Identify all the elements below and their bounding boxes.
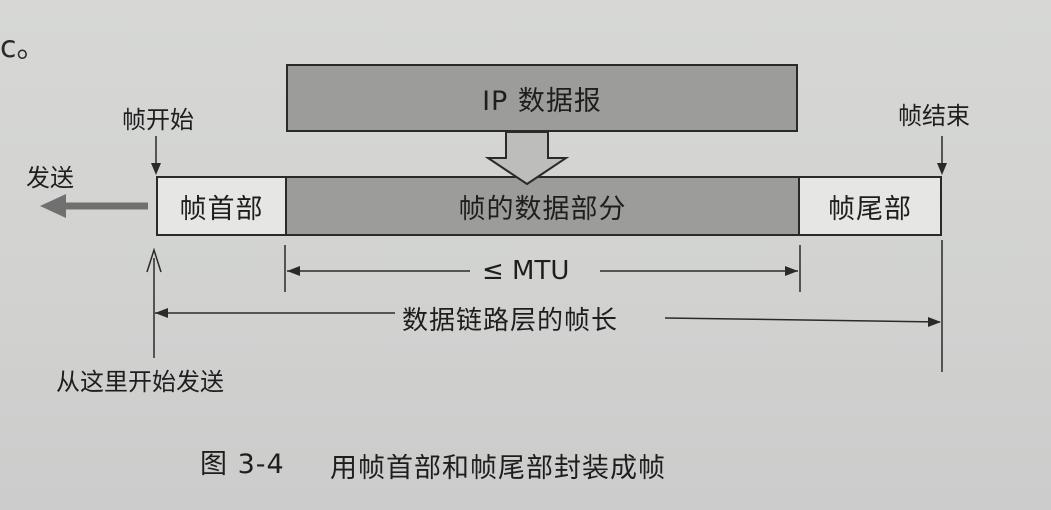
send-label: 发送	[26, 164, 74, 192]
start-from-here-label: 从这里开始发送	[56, 368, 224, 396]
frame-start-arrow-head	[151, 163, 161, 175]
frame-start-label: 帧开始	[122, 106, 194, 134]
frame-length-arrow-left	[155, 308, 168, 318]
encapsulation-arrow	[484, 131, 570, 186]
frame-end-label: 帧结束	[898, 102, 970, 130]
mtu-arrow-left	[287, 266, 300, 276]
frame-length-line-right	[664, 317, 941, 323]
figure-caption: 用帧首部和帧尾部封装成帧	[330, 453, 666, 484]
diagram-arrows	[40, 131, 947, 372]
figure-number: 图 3-4	[200, 449, 285, 480]
frame-end-arrow-head	[937, 163, 947, 175]
frame-length-label: 数据链路层的帧长	[402, 306, 619, 336]
frame-length-arrow-right	[928, 317, 941, 327]
mtu-arrow-right	[785, 266, 798, 276]
send-arrow-head	[40, 194, 66, 218]
mtu-label: ≤ MTU	[482, 256, 570, 286]
